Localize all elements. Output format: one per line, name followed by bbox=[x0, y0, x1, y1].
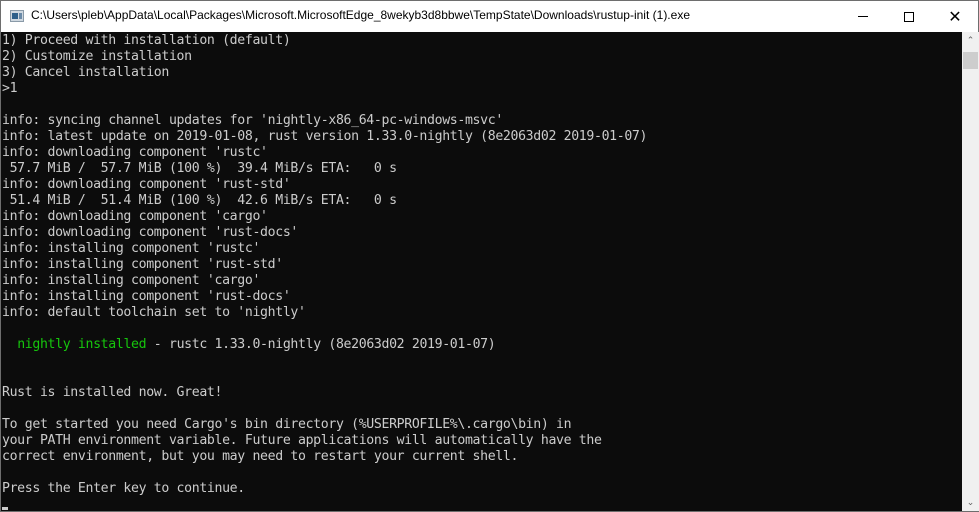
console-line: To get started you need Cargo's bin dire… bbox=[2, 417, 572, 432]
console-output[interactable]: 1) Proceed with installation (default) 2)… bbox=[1, 32, 962, 511]
close-icon: ✕ bbox=[948, 7, 962, 26]
close-button[interactable]: ✕ bbox=[932, 1, 978, 32]
scroll-up-button[interactable]: ⌃ bbox=[962, 32, 979, 49]
vertical-scrollbar[interactable]: ⌃ ⌄ bbox=[962, 32, 979, 511]
console-line: correct environment, but you may need to… bbox=[2, 449, 519, 464]
scroll-down-button[interactable]: ⌄ bbox=[962, 494, 979, 511]
title-bar[interactable]: C:\Users\pleb\AppData\Local\Packages\Mic… bbox=[1, 1, 978, 32]
console-line: info: installing component 'rust-std' bbox=[2, 257, 283, 272]
console-line: info: installing component 'cargo' bbox=[2, 273, 261, 288]
console-app-icon[interactable] bbox=[10, 10, 24, 22]
console-line: info: installing component 'rust-docs' bbox=[2, 289, 291, 304]
console-line: nightly installed - rustc 1.33.0-nightly… bbox=[2, 337, 496, 353]
console-line: 51.4 MiB / 51.4 MiB (100 %) 42.6 MiB/s E… bbox=[2, 193, 397, 208]
line-text: - rustc 1.33.0-nightly (8e2063d02 2019-0… bbox=[146, 337, 496, 352]
console-line: info: latest update on 2019-01-08, rust … bbox=[2, 129, 648, 144]
console-line: info: downloading component 'rust-std' bbox=[2, 177, 291, 192]
console-line: info: syncing channel updates for 'night… bbox=[2, 113, 503, 128]
console-line: >1 bbox=[2, 81, 18, 96]
console-line: 57.7 MiB / 57.7 MiB (100 %) 39.4 MiB/s E… bbox=[2, 161, 397, 176]
console-window: C:\Users\pleb\AppData\Local\Packages\Mic… bbox=[0, 0, 979, 512]
window-title: C:\Users\pleb\AppData\Local\Packages\Mic… bbox=[31, 8, 690, 22]
console-line: 1) Proceed with installation (default) bbox=[2, 33, 291, 48]
maximize-icon bbox=[904, 11, 914, 22]
console-line: 2) Customize installation bbox=[2, 49, 192, 64]
scroll-thumb[interactable] bbox=[963, 52, 978, 69]
console-line: info: installing component 'rustc' bbox=[2, 241, 261, 256]
console-line: info: downloading component 'rustc' bbox=[2, 145, 268, 160]
maximize-button[interactable] bbox=[886, 1, 932, 32]
chevron-up-icon: ⌃ bbox=[966, 35, 975, 46]
console-line: info: downloading component 'cargo' bbox=[2, 209, 268, 224]
text-cursor bbox=[2, 507, 8, 510]
console-line: Rust is installed now. Great! bbox=[2, 385, 223, 400]
chevron-down-icon: ⌄ bbox=[966, 497, 975, 508]
console-line: 3) Cancel installation bbox=[2, 65, 169, 80]
install-status-highlight: nightly installed bbox=[17, 337, 147, 352]
console-line: Press the Enter key to continue. bbox=[2, 481, 245, 496]
minimize-button[interactable] bbox=[840, 1, 886, 32]
minimize-icon bbox=[858, 16, 868, 17]
console-line: info: downloading component 'rust-docs' bbox=[2, 225, 298, 240]
console-line: info: default toolchain set to 'nightly' bbox=[2, 305, 306, 320]
console-line: your PATH environment variable. Future a… bbox=[2, 433, 602, 448]
